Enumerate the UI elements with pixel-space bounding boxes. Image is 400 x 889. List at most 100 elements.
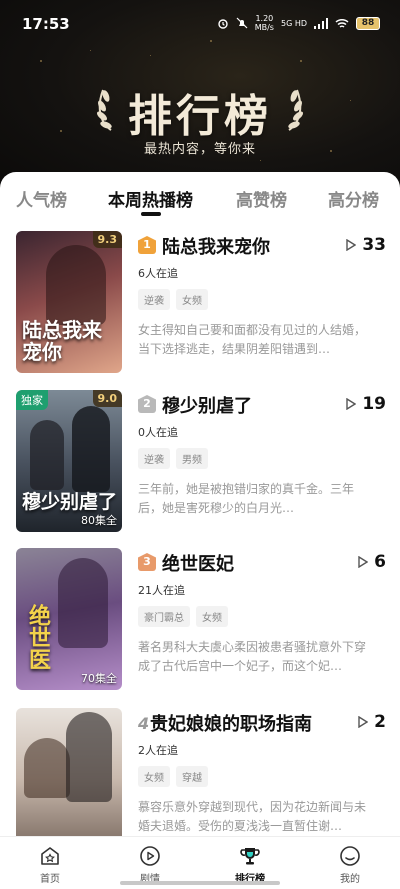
poster-image: 9.3 陆总我来宠你 — [16, 231, 122, 373]
item-title: 贵妃娘娘的职场指南 — [150, 714, 312, 735]
tab-weekly-hot[interactable]: 本周热播榜 — [108, 186, 193, 211]
poster-title: 陆总我来宠你 — [22, 318, 102, 364]
tag[interactable]: 女频 — [196, 606, 228, 627]
item-title: 陆总我来宠你 — [162, 237, 270, 258]
play-icon — [358, 716, 369, 728]
episode-count: 80集全 — [81, 514, 117, 527]
nav-home[interactable]: 首页 — [20, 844, 80, 885]
nav-ranking[interactable]: 排行榜 — [220, 844, 280, 885]
status-icons: 1.20 MB/s 5G HD 88 — [217, 14, 380, 32]
rank-badge-gold: 1 — [138, 236, 156, 254]
net-speed: 1.20 MB/s — [255, 14, 274, 32]
tag-list: 女频 穿越 — [138, 766, 208, 787]
followers-count: 0人在追 — [138, 426, 178, 439]
rank-number: 4 — [138, 714, 150, 733]
banner-subtitle: 最热内容，等你来 — [143, 142, 256, 157]
net-speed-value: 1.20 — [255, 14, 274, 23]
ranking-banner: 17:53 1.20 MB/s 5G HD 88 排行榜 最热内容，等你来 — [0, 0, 400, 190]
poster-title: 绝世医 — [25, 604, 51, 670]
tab-top-rated[interactable]: 高分榜 — [328, 186, 379, 211]
tag-list: 逆袭 女频 — [138, 289, 208, 310]
item-description: 著名男科大夫虞心柔因被患者骚扰意外下穿成了古代后宫中一个妃子，而这个妃… — [138, 640, 367, 673]
mute-bell-icon — [236, 17, 248, 29]
sparkle — [260, 160, 261, 161]
tab-most-liked[interactable]: 高赞榜 — [236, 186, 287, 211]
play-icon — [346, 239, 357, 251]
poster-figure — [24, 738, 70, 798]
sparkle — [90, 50, 91, 51]
sparkle — [300, 60, 302, 62]
nav-profile[interactable]: 我的 — [320, 844, 380, 885]
poster-figure — [72, 406, 110, 492]
play-count-value: 19 — [362, 394, 386, 414]
item-description: 女主得知自己要和面都没有见过的人结婚，当下选择逃走，结果阴差阳错遇到… — [138, 323, 367, 356]
list-item[interactable]: 9.3 陆总我来宠你 1 陆总我来宠你 33 6人在追 逆袭 女频 女主得知自己… — [0, 231, 400, 381]
trophy-icon — [240, 848, 260, 865]
tag[interactable]: 女频 — [176, 289, 208, 310]
play-count: 6 — [358, 552, 386, 572]
play-count: 33 — [346, 235, 386, 255]
tag[interactable]: 逆袭 — [138, 448, 170, 469]
net-speed-unit: MB/s — [254, 23, 274, 32]
play-icon — [358, 556, 369, 568]
battery-indicator: 88 — [356, 16, 380, 30]
rank-badge-bronze: 3 — [138, 553, 156, 571]
tag-list: 逆袭 男频 — [138, 448, 208, 469]
signal-label: 5G HD — [280, 18, 307, 28]
tag[interactable]: 逆袭 — [138, 289, 170, 310]
episode-count: 70集全 — [81, 672, 117, 685]
poster-image: 绝世医 70集全 — [16, 548, 122, 690]
poster-title: 穆少别虐了 — [22, 491, 118, 513]
play-circle-icon — [140, 846, 160, 866]
play-count: 2 — [358, 712, 386, 732]
nav-label: 我的 — [340, 874, 360, 885]
list-item[interactable]: 4 贵妃娘娘的职场指南 2 2人在追 女频 穿越 慕容乐意外穿越到现代，因为花边… — [0, 708, 400, 836]
ranking-tabs: 人气榜 本周热播榜 高赞榜 高分榜 — [0, 186, 400, 226]
followers-count: 6人在追 — [138, 267, 178, 280]
tag[interactable]: 女频 — [138, 766, 170, 787]
score-badge: 9.3 — [92, 231, 122, 248]
list-item[interactable]: 独家 9.0 穆少别虐了 80集全 2 穆少别虐了 19 0人在追 逆袭 男频 … — [0, 390, 400, 540]
poster-image — [16, 708, 122, 836]
signal-bars-icon — [314, 17, 328, 29]
active-tab-indicator — [141, 212, 161, 216]
play-count: 19 — [346, 394, 386, 414]
list-item[interactable]: 绝世医 70集全 3 绝世医妃 6 21人在追 豪门霸总 女频 著名男科大夫虞心… — [0, 548, 400, 698]
poster-image: 独家 9.0 穆少别虐了 80集全 — [16, 390, 122, 532]
poster-figure — [46, 245, 106, 325]
play-count-value: 33 — [362, 235, 386, 255]
status-bar: 17:53 1.20 MB/s 5G HD 88 — [0, 0, 400, 44]
tab-popularity[interactable]: 人气榜 — [16, 186, 67, 211]
tag[interactable]: 豪门霸总 — [138, 606, 190, 627]
nav-label: 首页 — [40, 874, 60, 885]
tag[interactable]: 穿越 — [176, 766, 208, 787]
nav-drama[interactable]: 剧情 — [120, 844, 180, 885]
poster-figure — [30, 420, 64, 490]
status-time: 17:53 — [22, 15, 70, 33]
followers-count: 2人在追 — [138, 744, 178, 757]
sparkle — [150, 55, 151, 56]
play-icon — [346, 398, 357, 410]
exclusive-badge: 独家 — [16, 390, 48, 410]
wifi-icon — [335, 18, 349, 28]
rank-badge-silver: 2 — [138, 395, 156, 413]
play-count-value: 2 — [374, 712, 386, 732]
poster-figure — [58, 558, 108, 648]
banner-title: 排行榜 — [128, 91, 272, 142]
item-title: 绝世医妃 — [162, 554, 234, 575]
followers-count: 21人在追 — [138, 584, 185, 597]
laurel-right-icon — [288, 89, 303, 131]
sparkle — [40, 60, 42, 62]
item-title: 穆少别虐了 — [162, 396, 252, 417]
poster-figure — [66, 712, 112, 802]
home-star-icon — [41, 847, 59, 865]
alarm-icon — [218, 19, 228, 29]
home-indicator[interactable] — [120, 881, 280, 885]
score-badge: 9.0 — [92, 390, 122, 407]
item-description: 三年前，她是被抱错归家的真千金。三年后，她是害死穆少的白月光… — [138, 482, 355, 515]
play-count-value: 6 — [374, 552, 386, 572]
tag[interactable]: 男频 — [176, 448, 208, 469]
tag-list: 豪门霸总 女频 — [138, 606, 228, 627]
item-description: 慕容乐意外穿越到现代，因为花边新闻与未婚夫退婚。受伤的夏浅浅一直暂住谢… — [138, 800, 367, 833]
profile-smile-icon — [340, 846, 360, 866]
